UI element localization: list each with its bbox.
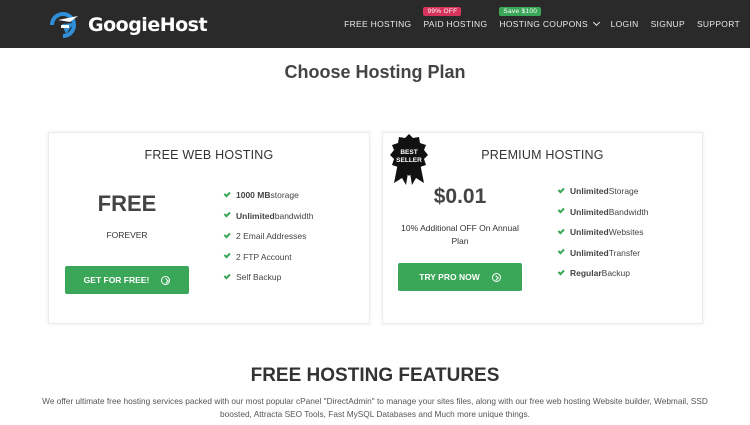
features-heading: FREE HOSTING FEATURES: [250, 365, 500, 386]
arrow-circle-icon: [161, 275, 171, 285]
nav-label: SIGNUP: [650, 19, 685, 29]
plan-title: PREMIUM HOSTING: [481, 148, 604, 162]
logo[interactable]: GoogieHost: [48, 10, 208, 40]
button-label: GET FOR FREE!: [83, 275, 150, 285]
nav-label: LOGIN: [610, 19, 639, 29]
feature-item: 2 FTP Account: [223, 247, 314, 268]
feature-item: Unlimited Storage: [557, 181, 648, 202]
nav-label: SUPPORT: [696, 19, 740, 29]
discount-badge: 99% OFF: [423, 7, 462, 16]
features-description: We offer ultimate free hosting services …: [42, 396, 708, 419]
feature-item: Unlimited bandwidth: [223, 206, 314, 227]
feature-item: Regular Backup: [557, 263, 648, 284]
plan-price: $0.01: [433, 185, 487, 208]
feature-item: Self Backup: [223, 267, 314, 288]
check-icon: [557, 206, 565, 214]
logo-text: GoogieHost: [88, 14, 208, 36]
plan-price: FREE: [97, 191, 157, 216]
check-icon: [223, 230, 231, 238]
check-icon: [557, 185, 565, 193]
nav-login[interactable]: LOGIN: [611, 19, 639, 29]
chevron-down-icon: [592, 18, 600, 27]
feature-item: Unlimited Transfer: [557, 243, 648, 264]
page-title: Choose Hosting Plan: [284, 62, 466, 82]
savings-badge: Save $100: [499, 7, 542, 16]
check-icon: [223, 189, 231, 197]
plan-note: 10% Additional OFF On Annual Plan: [401, 223, 519, 246]
feature-list: 1000 MB storage Unlimited bandwidth 2 Em…: [223, 185, 314, 288]
check-icon: [557, 247, 565, 255]
site-header: GoogieHost FREE HOSTING 99% OFF PAID HOS…: [0, 0, 750, 48]
feature-item: Unlimited Websites: [557, 222, 648, 243]
get-free-button[interactable]: GET FOR FREE!: [65, 266, 189, 294]
logo-icon: [50, 12, 78, 38]
feature-list: Unlimited Storage Unlimited Bandwidth Un…: [557, 181, 648, 284]
nav-hosting-coupons[interactable]: Save $100 HOSTING COUPONS: [499, 7, 600, 29]
feature-item: Unlimited Bandwidth: [557, 202, 648, 223]
main-nav: FREE HOSTING 99% OFF PAID HOSTING Save $…: [332, 0, 740, 48]
premium-plan-card: BEST SELLER PREMIUM HOSTING $0.01 10% Ad…: [382, 132, 703, 324]
check-icon: [557, 226, 565, 234]
nav-label: FREE HOSTING: [344, 19, 412, 29]
button-label: TRY PRO NOW: [419, 272, 480, 282]
check-icon: [223, 210, 231, 218]
nav-label: HOSTING COUPONS: [499, 19, 588, 29]
plan-period: FOREVER: [106, 230, 148, 240]
nav-signup[interactable]: SIGNUP: [651, 19, 685, 29]
feature-item: 2 Email Addresses: [223, 226, 314, 247]
feature-item: 1000 MB storage: [223, 185, 314, 206]
free-plan-card: FREE WEB HOSTING FREE FOREVER 1000 MB st…: [48, 132, 370, 324]
arrow-circle-icon: [491, 272, 501, 282]
try-pro-button[interactable]: TRY PRO NOW: [398, 263, 522, 291]
nav-paid-hosting[interactable]: 99% OFF PAID HOSTING: [423, 7, 488, 29]
plan-title: FREE WEB HOSTING: [144, 148, 274, 162]
check-icon: [223, 271, 231, 279]
nav-free-hosting[interactable]: FREE HOSTING: [344, 19, 411, 29]
check-icon: [557, 267, 565, 275]
check-icon: [223, 251, 231, 259]
nav-support[interactable]: SUPPORT: [697, 19, 740, 29]
nav-label: PAID HOSTING: [423, 19, 488, 29]
